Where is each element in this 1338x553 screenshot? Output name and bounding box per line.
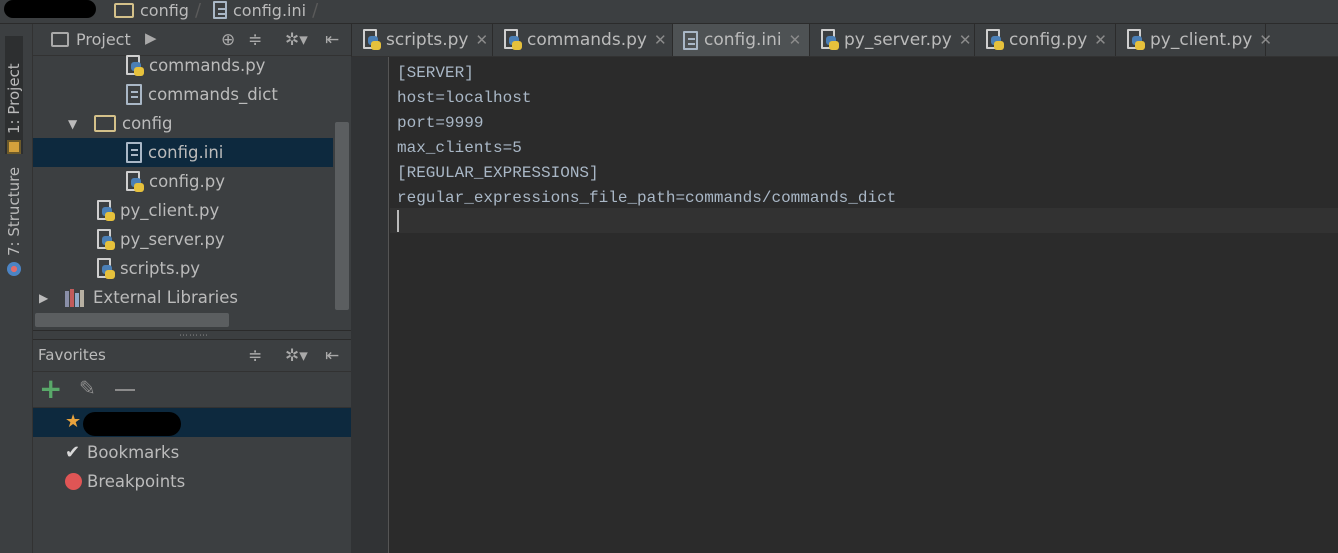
view-dropdown-icon[interactable]: ▶ [145, 29, 157, 47]
breadcrumb-config[interactable]: config / [114, 0, 202, 21]
close-icon[interactable]: ✕ [1259, 31, 1272, 49]
tree-item-external-libraries[interactable]: ▶ External Libraries [33, 283, 333, 312]
close-icon[interactable]: ✕ [476, 31, 489, 49]
project-view-icon [51, 32, 69, 47]
editor-tab-bar: scripts.py ✕ commands.py ✕ config.ini ✕ … [351, 24, 1338, 57]
tab-config-ini[interactable]: config.ini ✕ [673, 24, 810, 56]
favorites-bookmarks[interactable]: ✔ Bookmarks [33, 438, 351, 467]
project-horizontal-scrollbar[interactable] [35, 313, 229, 327]
favorites-toolbar: + ✎ [33, 373, 351, 408]
tree-item-config-folder[interactable]: ▼ config [33, 109, 333, 138]
close-icon[interactable]: ✕ [1094, 31, 1107, 49]
hide-panel-icon[interactable]: ⇤ [325, 30, 339, 50]
redacted-area [4, 0, 96, 18]
breadcrumb-config-ini[interactable]: config.ini / [213, 0, 319, 21]
python-file-icon [820, 29, 839, 51]
project-vertical-scrollbar[interactable] [335, 122, 349, 310]
tool-tab-structure[interactable]: 7: Structure [5, 162, 23, 276]
tab-py-client[interactable]: py_client.py ✕ [1116, 24, 1272, 56]
code-line: port=9999 [397, 114, 484, 132]
breadcrumb-separator: / [312, 0, 319, 21]
locate-icon[interactable]: ⊕ [221, 30, 235, 50]
folder-icon [94, 115, 116, 132]
close-icon[interactable]: ✕ [789, 31, 802, 49]
expand-arrow-icon[interactable]: ▶ [39, 291, 53, 305]
library-icon [65, 288, 87, 307]
close-icon[interactable]: ✕ [959, 31, 972, 49]
collapse-all-icon[interactable]: ≑ [248, 346, 262, 366]
code-line: [REGULAR_EXPRESSIONS] [397, 164, 599, 182]
structure-icon [7, 262, 21, 276]
collapse-all-icon[interactable]: ≑ [248, 30, 262, 50]
project-tab-icon [7, 140, 21, 154]
editor-gutter[interactable] [351, 57, 389, 553]
breakpoint-icon [65, 473, 82, 490]
star-icon: ★ [65, 411, 82, 432]
text-caret [397, 210, 399, 232]
close-icon[interactable]: ✕ [654, 31, 667, 49]
python-file-icon [96, 199, 115, 222]
tab-commands-py[interactable]: commands.py ✕ [493, 24, 673, 56]
python-file-icon [96, 228, 115, 251]
tab-scripts-py[interactable]: scripts.py ✕ [352, 24, 493, 56]
tree-item-config-ini[interactable]: config.ini [33, 138, 333, 167]
tool-tab-project[interactable]: 1: Project [5, 36, 23, 154]
tool-window-strip: 1: Project 7: Structure [0, 24, 33, 553]
remove-icon[interactable] [115, 389, 135, 391]
python-file-icon [1126, 29, 1145, 51]
tab-py-server[interactable]: py_server.py ✕ [810, 24, 975, 56]
tree-item-commands-dict[interactable]: commands_dict [33, 80, 333, 109]
hide-panel-icon[interactable]: ⇤ [325, 346, 339, 366]
project-panel: Project ▶ ⊕ ≑ ✲▾ ⇤ commands.py commands_… [33, 24, 351, 330]
tree-item-py-server[interactable]: py_server.py [33, 225, 333, 254]
current-line-highlight [390, 208, 1338, 233]
folder-icon [114, 2, 134, 18]
panel-splitter[interactable]: ⋯⋯⋯ [33, 330, 351, 341]
favorites-project-item[interactable]: ★ [33, 408, 351, 437]
redacted-area [83, 412, 181, 436]
file-icon [213, 1, 227, 19]
favorites-panel: Favorites ≑ ✲▾ ⇤ + ✎ ★ ✔ Bookmarks Break… [33, 339, 351, 553]
project-view-selector[interactable]: Project [76, 30, 131, 49]
python-file-icon [362, 29, 381, 51]
python-file-icon [503, 29, 522, 51]
python-file-icon [96, 257, 115, 280]
gear-icon[interactable]: ✲▾ [285, 30, 308, 50]
add-icon[interactable]: + [39, 374, 62, 404]
python-file-icon [985, 29, 1004, 51]
edit-icon[interactable]: ✎ [79, 376, 96, 400]
tree-item-config-py[interactable]: config.py [33, 167, 333, 196]
favorites-panel-header: Favorites ≑ ✲▾ ⇤ [33, 340, 351, 372]
tree-item-py-client[interactable]: py_client.py [33, 196, 333, 225]
python-file-icon [125, 170, 144, 193]
favorites-title: Favorites [38, 346, 106, 364]
code-line: regular_expressions_file_path=commands/c… [397, 189, 897, 207]
tree-item-commands-py[interactable]: commands.py [33, 51, 333, 80]
code-line: [SERVER] [397, 64, 474, 82]
code-editor[interactable]: [SERVER] host=localhost port=9999 max_cl… [390, 57, 1338, 553]
file-icon [126, 142, 142, 163]
code-line: host=localhost [397, 89, 532, 107]
check-icon: ✔ [65, 442, 81, 463]
file-icon [126, 84, 142, 105]
code-line: max_clients=5 [397, 139, 522, 157]
gear-icon[interactable]: ✲▾ [285, 346, 308, 366]
expand-arrow-icon[interactable]: ▼ [68, 117, 82, 131]
breadcrumb-separator: / [194, 0, 202, 21]
navigation-bar: config / config.ini / [0, 0, 1338, 24]
tree-item-scripts-py[interactable]: scripts.py [33, 254, 333, 283]
favorites-breakpoints[interactable]: Breakpoints [33, 467, 351, 496]
tab-config-py[interactable]: config.py ✕ [975, 24, 1116, 56]
python-file-icon [125, 54, 144, 77]
file-icon [683, 30, 698, 50]
